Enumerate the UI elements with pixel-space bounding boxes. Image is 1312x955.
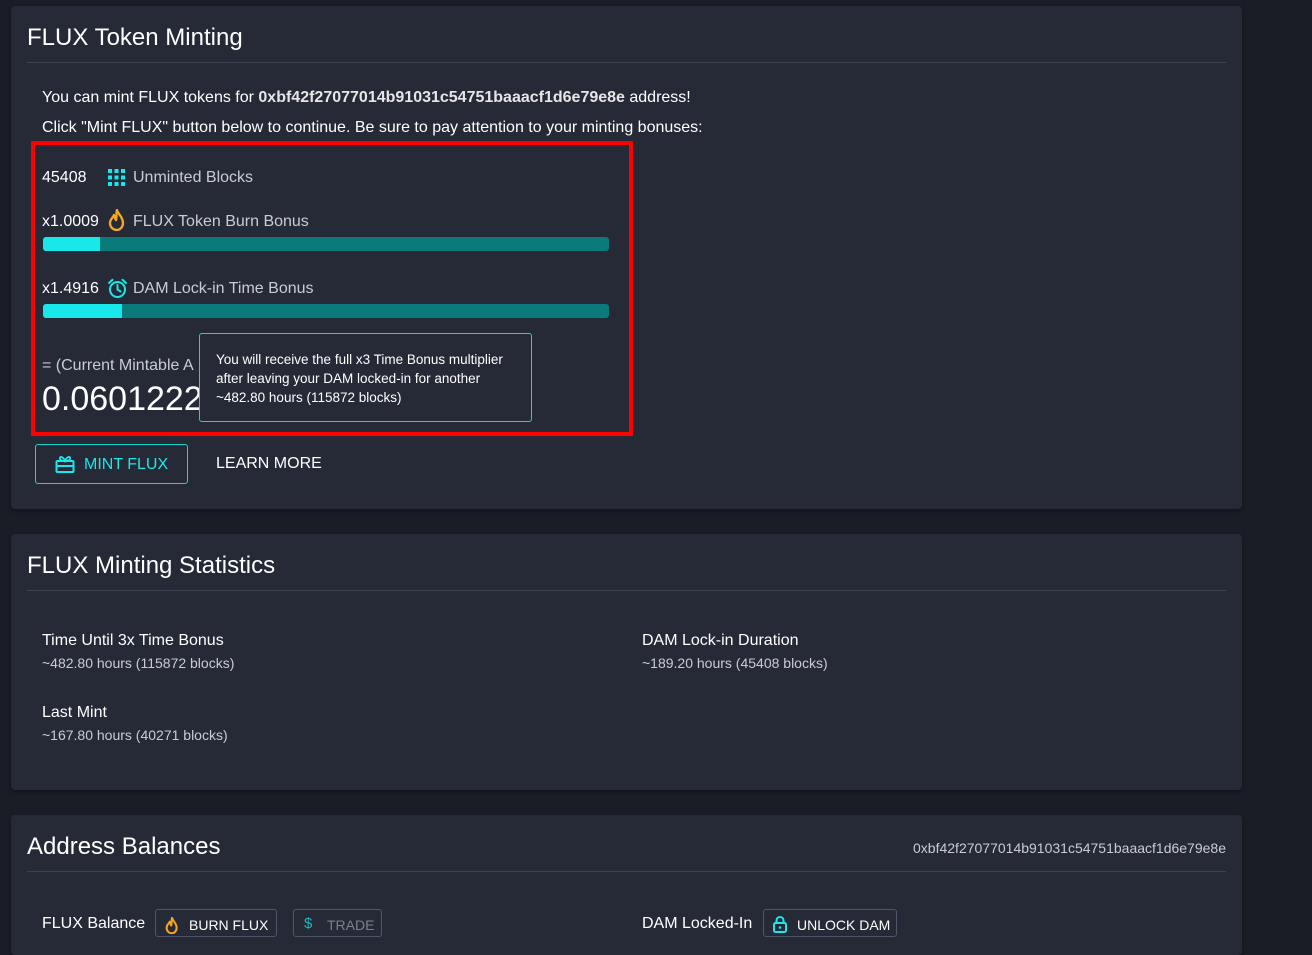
- time-bonus-tooltip: You will receive the full x3 Time Bonus …: [199, 333, 532, 422]
- unlock-dam-button[interactable]: UNLOCK DAM: [763, 909, 897, 937]
- divider: [27, 62, 1226, 63]
- mint-instructions: Click "Mint FLUX" button below to contin…: [42, 119, 703, 136]
- stat-time-until-3x-value: ~482.80 hours (115872 blocks): [42, 655, 235, 671]
- alarm-clock-icon: [107, 278, 128, 304]
- stat-lockin-duration-value: ~189.20 hours (45408 blocks): [642, 655, 828, 671]
- mint-line-suffix: address!: [624, 89, 691, 106]
- current-mintable-label: = (Current Mintable A: [42, 357, 194, 374]
- mint-address-line: You can mint FLUX tokens for 0xbf42f2707…: [42, 89, 691, 107]
- dollar-icon: $: [304, 915, 313, 932]
- mint-address: 0xbf42f27077014b91031c54751baaacf1d6e79e…: [258, 89, 625, 106]
- flux-balance-label: FLUX Balance: [42, 915, 146, 932]
- unlock-dam-label: UNLOCK DAM: [797, 917, 891, 933]
- divider: [27, 590, 1226, 591]
- fire-icon: [108, 208, 126, 236]
- burn-flux-label: BURN FLUX: [189, 917, 269, 933]
- lock-icon: [773, 915, 787, 936]
- unminted-blocks-label: Unminted Blocks: [133, 169, 254, 186]
- mint-flux-button-label: MINT FLUX: [84, 456, 169, 473]
- unminted-blocks-value: 45408: [42, 169, 87, 186]
- minting-card-title: FLUX Token Minting: [27, 24, 243, 51]
- current-mintable-amount: 0.0601222: [42, 380, 203, 418]
- learn-more-button[interactable]: LEARN MORE: [205, 444, 333, 484]
- stat-lockin-duration-label: DAM Lock-in Duration: [642, 632, 799, 649]
- learn-more-label: LEARN MORE: [216, 455, 322, 472]
- statistics-card-title: FLUX Minting Statistics: [27, 552, 276, 579]
- statistics-card: FLUX Minting Statistics Time Until 3x Ti…: [11, 534, 1242, 790]
- minting-card: FLUX Token Minting You can mint FLUX tok…: [11, 6, 1242, 509]
- stat-last-mint-label: Last Mint: [42, 704, 107, 721]
- lockin-bonus-bar[interactable]: [43, 304, 609, 318]
- burn-bonus-bar: [43, 237, 609, 251]
- burn-bonus-value: x1.0009: [42, 213, 99, 230]
- burn-bonus-label: FLUX Token Burn Bonus: [133, 213, 309, 230]
- grid-icon: [108, 169, 125, 191]
- balances-card-title: Address Balances: [27, 833, 221, 860]
- balances-address: 0xbf42f27077014b91031c54751baaacf1d6e79e…: [913, 840, 1226, 856]
- dam-locked-label: DAM Locked-In: [642, 915, 753, 932]
- trade-label: TRADE: [327, 917, 375, 933]
- stat-time-until-3x-label: Time Until 3x Time Bonus: [42, 632, 224, 649]
- divider: [27, 871, 1226, 872]
- lockin-bonus-bar-fill: [43, 304, 123, 318]
- lockin-bonus-label: DAM Lock-in Time Bonus: [133, 280, 314, 297]
- stat-last-mint-value: ~167.80 hours (40271 blocks): [42, 727, 228, 743]
- burn-flux-button[interactable]: BURN FLUX: [155, 909, 277, 937]
- gift-icon: [55, 455, 75, 479]
- trade-button[interactable]: $ TRADE: [293, 909, 382, 937]
- mint-line-prefix: You can mint FLUX tokens for: [42, 89, 259, 106]
- lockin-bonus-value: x1.4916: [42, 280, 99, 297]
- mint-flux-button[interactable]: MINT FLUX: [35, 444, 188, 484]
- fire-icon: [165, 916, 179, 937]
- burn-bonus-bar-fill: [43, 237, 100, 251]
- balances-card: Address Balances 0xbf42f27077014b91031c5…: [11, 815, 1242, 955]
